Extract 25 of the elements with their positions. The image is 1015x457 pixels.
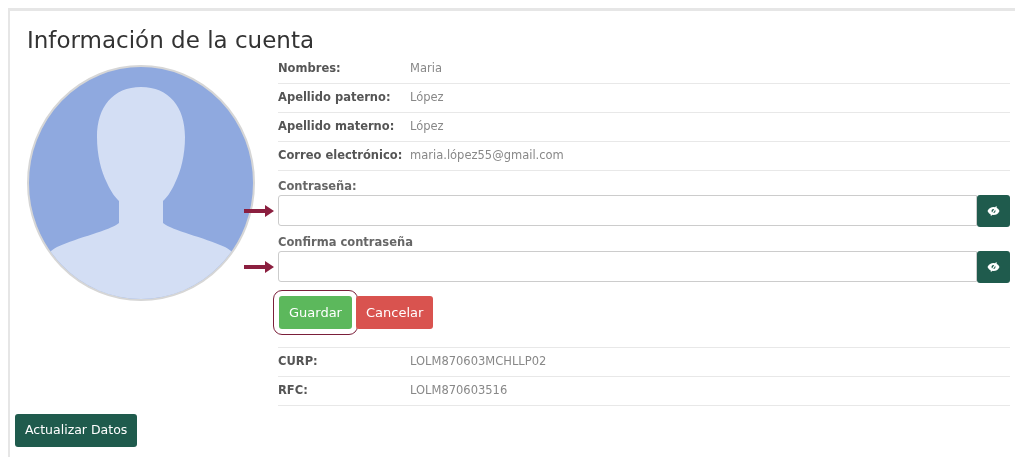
field-value: López — [410, 117, 444, 135]
field-label: Confirma contraseña — [278, 233, 414, 251]
show-password-button[interactable] — [977, 194, 1010, 227]
field-value: LOLM870603516 — [410, 382, 508, 400]
save-button[interactable]: Guardar — [279, 295, 352, 330]
password-field[interactable] — [278, 250, 977, 282]
field-value: López — [410, 88, 444, 106]
cancel-button[interactable]: Cancelar — [355, 295, 434, 330]
update-data-button[interactable]: Actualizar Datos — [15, 414, 138, 447]
password-field[interactable] — [278, 194, 977, 226]
page-title: Información de la cuenta — [27, 27, 315, 55]
field-label: CURP: — [278, 353, 319, 371]
field-label: Apellido paterno: — [278, 88, 392, 106]
show-password-button[interactable] — [977, 250, 1010, 283]
eye-slash-icon — [987, 205, 1000, 216]
field-label: Contraseña: — [278, 177, 358, 195]
field-value: LOLM870603MCHLLP02 — [410, 353, 547, 371]
field-label: Apellido materno: — [278, 117, 396, 135]
field-label: RFC: — [278, 382, 309, 400]
field-label: Correo electrónico: — [278, 146, 404, 164]
avatar-placeholder-icon — [27, 64, 255, 301]
field-value: maria.lópez55@gmail.com — [410, 146, 564, 164]
eye-slash-icon — [987, 261, 1000, 272]
field-label: Nombres: — [278, 59, 342, 77]
field-value: Maria — [410, 59, 442, 77]
